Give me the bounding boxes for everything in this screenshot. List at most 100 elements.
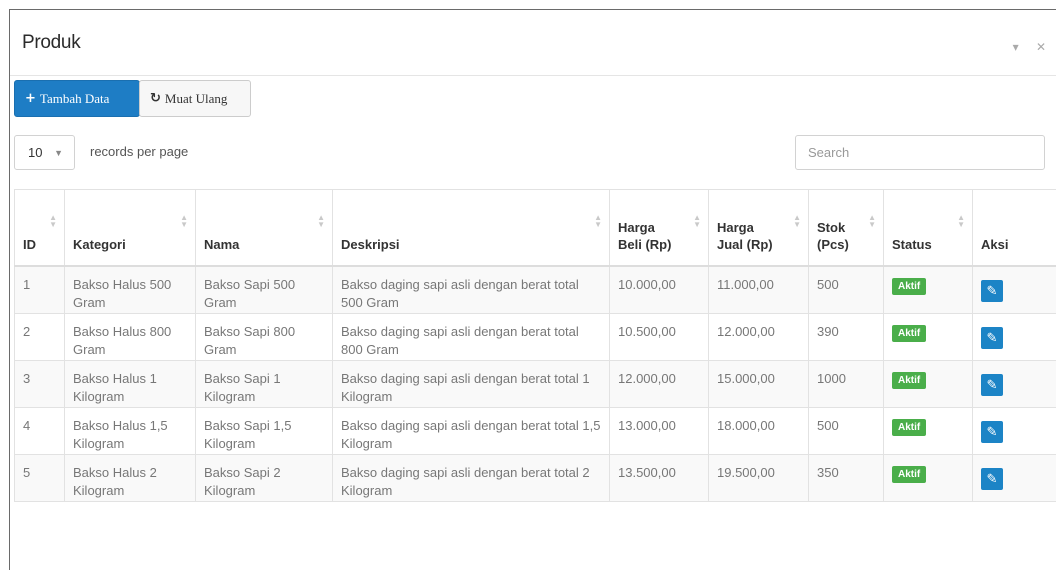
cell-beli: 10.500,00 [610,313,709,360]
cell-beli: 13.500,00 [610,454,709,501]
search-input[interactable] [795,135,1045,170]
plus-icon: + [25,91,36,106]
column-header-aksi: Aksi [973,190,1056,267]
cell-nama: Bakso Sapi 800 Gram [196,313,333,360]
column-header-harga-beli[interactable]: HargaBeli (Rp)▲▼ [610,190,709,267]
cell-stok: 500 [809,266,884,313]
cell-id: 5 [15,454,65,501]
cell-id: 3 [15,360,65,407]
status-badge: Aktif [892,466,926,483]
column-header-nama[interactable]: Nama ▲▼ [196,190,333,267]
reload-button[interactable]: ↻ Muat Ulang [139,80,251,117]
cell-stok: 1000 [809,360,884,407]
edit-button[interactable]: ✎ [981,421,1003,443]
column-header-status[interactable]: Status▲▼ [884,190,973,267]
cell-status: Aktif [884,454,973,501]
cell-status: Aktif [884,266,973,313]
cell-id: 4 [15,407,65,454]
add-data-label: Tambah Data [40,91,109,107]
cell-jual: 12.000,00 [709,313,809,360]
cell-status: Aktif [884,360,973,407]
product-table: ID▲▼Kategori▲▼Nama▲▼Deskripsi▲▼HargaBeli… [14,189,1056,502]
cell-status: Aktif [884,313,973,360]
table-row: 3Bakso Halus 1 KilogramBakso Sapi 1 Kilo… [15,360,1056,407]
pencil-icon: ✎ [987,376,998,394]
column-header-label: Jual (Rp) [717,236,800,253]
column-header-label: (Pcs) [817,236,875,253]
cell-kategori: Bakso Halus 800 Gram [65,313,196,360]
cell-beli: 12.000,00 [610,360,709,407]
sort-icon: ▲▼ [693,214,701,228]
cell-id: 1 [15,266,65,313]
pencil-icon: ✎ [987,470,998,488]
cell-aksi: ✎ [973,266,1056,313]
column-header-label: Aksi [981,236,1056,253]
sort-icon: ▲▼ [594,214,602,228]
table-row: 5Bakso Halus 2 KilogramBakso Sapi 2 Kilo… [15,454,1056,501]
column-header-label: Nama [204,236,324,253]
cell-id: 2 [15,313,65,360]
cell-aksi: ✎ [973,360,1056,407]
edit-button[interactable]: ✎ [981,374,1003,396]
cell-status: Aktif [884,407,973,454]
cell-aksi: ✎ [973,313,1056,360]
sort-icon: ▲▼ [180,214,188,228]
cell-jual: 19.500,00 [709,454,809,501]
cell-stok: 350 [809,454,884,501]
cell-nama: Bakso Sapi 1,5 Kilogram [196,407,333,454]
cell-kategori: Bakso Halus 1 Kilogram [65,360,196,407]
edit-button[interactable]: ✎ [981,468,1003,490]
pencil-icon: ✎ [987,329,998,347]
cell-aksi: ✎ [973,454,1056,501]
page-title: Produk [22,32,80,54]
column-header-harga-jual[interactable]: HargaJual (Rp)▲▼ [709,190,809,267]
status-badge: Aktif [892,372,926,389]
column-header-kategori[interactable]: Kategori ▲▼ [65,190,196,267]
panel-tools: ▾ ✕ [999,40,1046,54]
column-header-label: Deskripsi [341,236,601,253]
cell-kategori: Bakso Halus 500 Gram [65,266,196,313]
status-badge: Aktif [892,325,926,342]
cell-stok: 390 [809,313,884,360]
status-badge: Aktif [892,419,926,436]
reload-label: Muat Ulang [165,91,227,107]
column-header-id[interactable]: ID ▲▼ [15,190,65,267]
cell-jual: 15.000,00 [709,360,809,407]
page-length-label: records per page [90,144,188,159]
cell-nama: Bakso Sapi 500 Gram [196,266,333,313]
table-header: ID▲▼Kategori▲▼Nama▲▼Deskripsi▲▼HargaBeli… [15,190,1056,267]
refresh-icon: ↻ [150,91,161,106]
add-data-button[interactable]: + Tambah Data [14,80,140,117]
sort-icon: ▲▼ [49,214,57,228]
column-header-label: Harga [717,219,800,236]
close-icon[interactable]: ✕ [1036,40,1046,54]
cell-nama: Bakso Sapi 2 Kilogram [196,454,333,501]
column-header-stok[interactable]: Stok(Pcs)▲▼ [809,190,884,267]
cell-deskripsi: Bakso daging sapi asli dengan berat tota… [333,313,610,360]
chevron-down-icon: ▼ [54,148,63,158]
column-header-label: Harga [618,219,700,236]
sort-icon: ▲▼ [317,214,325,228]
table-row: 4Bakso Halus 1,5 KilogramBakso Sapi 1,5 … [15,407,1056,454]
edit-button[interactable]: ✎ [981,280,1003,302]
pencil-icon: ✎ [987,423,998,441]
column-header-label: Kategori [73,236,187,253]
collapse-icon[interactable]: ▾ [1013,40,1019,54]
page-length-select[interactable]: 10 ▼ [14,135,75,170]
cell-beli: 13.000,00 [610,407,709,454]
status-badge: Aktif [892,278,926,295]
cell-deskripsi: Bakso daging sapi asli dengan berat tota… [333,266,610,313]
pencil-icon: ✎ [987,282,998,300]
cell-jual: 11.000,00 [709,266,809,313]
cell-deskripsi: Bakso daging sapi asli dengan berat tota… [333,360,610,407]
cell-deskripsi: Bakso daging sapi asli dengan berat tota… [333,407,610,454]
cell-kategori: Bakso Halus 2 Kilogram [65,454,196,501]
cell-stok: 500 [809,407,884,454]
page-length-value: 10 [28,145,42,160]
table-row: 1Bakso Halus 500 GramBakso Sapi 500 Gram… [15,266,1056,313]
column-header-deskripsi[interactable]: Deskripsi ▲▼ [333,190,610,267]
cell-aksi: ✎ [973,407,1056,454]
panel-header: Produk ▾ ✕ [10,10,1056,76]
edit-button[interactable]: ✎ [981,327,1003,349]
column-header-label: ID [23,236,56,253]
